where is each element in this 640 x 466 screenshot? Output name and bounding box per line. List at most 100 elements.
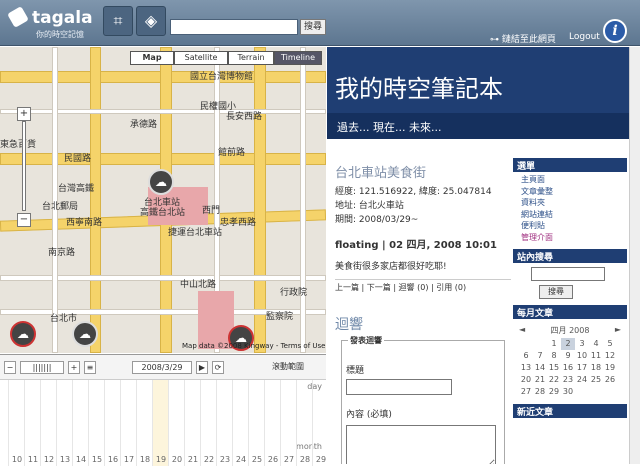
timeline-day-number: 26 bbox=[267, 455, 279, 464]
calendar-day[interactable]: 22 bbox=[547, 374, 561, 386]
map-type-map[interactable]: Map bbox=[130, 51, 174, 65]
map-type-bar: Map Satellite Terrain Timeline bbox=[130, 51, 322, 65]
calendar-day[interactable]: 7 bbox=[533, 350, 547, 362]
timeline-zoom-in-button[interactable]: + bbox=[68, 361, 80, 374]
calendar-day[interactable]: 26 bbox=[603, 374, 617, 386]
calendar-day[interactable]: 14 bbox=[533, 362, 547, 374]
timeline-sync-button[interactable]: ⟳ bbox=[212, 361, 224, 374]
site-search-input[interactable] bbox=[531, 267, 605, 281]
zoom-out-button[interactable]: − bbox=[17, 213, 31, 227]
calendar-day[interactable]: 30 bbox=[561, 386, 575, 398]
timeline-day-column[interactable]: 11 bbox=[24, 380, 40, 466]
post-nav-links[interactable]: 上一篇 | 下一篇 | 迴響 (0) | 引用 (0) bbox=[335, 279, 511, 293]
timeline-grid[interactable]: day month 10 11 12 13 14 15 16 17 18 19 20 21 22 23 24… bbox=[0, 379, 328, 466]
calendar-day[interactable]: 11 bbox=[589, 350, 603, 362]
timeline-day-column[interactable]: 14 bbox=[72, 380, 88, 466]
timeline-day-column[interactable]: 13 bbox=[56, 380, 72, 466]
map-type-timeline[interactable]: Timeline bbox=[274, 51, 322, 65]
timeline-zoom-out-button[interactable]: − bbox=[4, 361, 16, 374]
location-marker[interactable]: ☁ bbox=[10, 321, 36, 347]
tag-tool-button[interactable]: ◈ bbox=[136, 6, 166, 36]
post-title[interactable]: 台北車站美食街 bbox=[335, 162, 426, 181]
calendar-next-icon[interactable]: ► bbox=[615, 325, 621, 336]
timeline-date-field[interactable]: 2008/3/29 bbox=[132, 361, 192, 374]
calendar-day[interactable]: 20 bbox=[519, 374, 533, 386]
blog-title[interactable]: 我的時空筆記本 bbox=[335, 69, 503, 104]
search-input[interactable] bbox=[170, 19, 298, 35]
timeline-play-button[interactable]: ▶ bbox=[196, 361, 208, 374]
calendar-day[interactable]: 18 bbox=[589, 362, 603, 374]
timeline-day-column[interactable]: 26 bbox=[264, 380, 280, 466]
comment-title-input[interactable] bbox=[346, 379, 452, 395]
option-notes[interactable]: 便利貼 bbox=[521, 220, 619, 232]
timeline-day-column[interactable]: 28 bbox=[296, 380, 312, 466]
timeline-day-column[interactable]: 22 bbox=[200, 380, 216, 466]
timeline-day-column[interactable]: 17 bbox=[120, 380, 136, 466]
calendar-day[interactable]: 29 bbox=[547, 386, 561, 398]
app-logo[interactable]: tagala 你的時空記憶 bbox=[7, 6, 98, 40]
calendar-day[interactable]: 13 bbox=[519, 362, 533, 374]
calendar-day[interactable]: 8 bbox=[547, 350, 561, 362]
timeline-day-column[interactable]: 29 bbox=[312, 380, 328, 466]
timeline-day-column[interactable]: 15 bbox=[88, 380, 104, 466]
calendar-day[interactable]: 1 bbox=[547, 338, 561, 350]
timeline-day-column[interactable]: 21 bbox=[184, 380, 200, 466]
calendar-day[interactable]: 5 bbox=[603, 338, 617, 350]
calendar-day[interactable]: 23 bbox=[561, 374, 575, 386]
map-type-satellite[interactable]: Satellite bbox=[174, 51, 228, 65]
calendar-day[interactable]: 15 bbox=[547, 362, 561, 374]
info-icon[interactable]: i bbox=[603, 19, 627, 43]
calendar-day[interactable]: 16 bbox=[561, 362, 575, 374]
calendar-day[interactable]: 3 bbox=[575, 338, 589, 350]
logout-link[interactable]: Logout bbox=[569, 32, 600, 42]
option-home[interactable]: 主頁面 bbox=[521, 174, 619, 186]
calendar-prev-icon[interactable]: ◄ bbox=[519, 325, 525, 336]
calendar-day[interactable]: 24 bbox=[575, 374, 589, 386]
timeline-day-column[interactable]: 10 bbox=[8, 380, 24, 466]
link-to-page-link[interactable]: ⊶ 鏈結至此網頁 bbox=[490, 32, 556, 45]
comment-content-input[interactable] bbox=[346, 425, 496, 464]
timeline-day-column[interactable]: 18 bbox=[136, 380, 152, 466]
calendar-day[interactable]: 21 bbox=[533, 374, 547, 386]
map-type-terrain[interactable]: Terrain bbox=[228, 51, 274, 65]
timeline-day-column[interactable]: 24 bbox=[232, 380, 248, 466]
map-copyright: Map data ©2008 Kingway - Terms of Use bbox=[182, 342, 326, 350]
timeline-day-column[interactable]: 16 bbox=[104, 380, 120, 466]
timeline-day-number: 19 bbox=[155, 455, 167, 464]
search-button[interactable]: 搜尋 bbox=[300, 19, 326, 35]
zoom-slider[interactable] bbox=[22, 121, 26, 211]
timeline-day-column[interactable]: 27 bbox=[280, 380, 296, 466]
calendar-day[interactable]: 19 bbox=[603, 362, 617, 374]
calendar-day[interactable]: 25 bbox=[589, 374, 603, 386]
timeline-day-column[interactable]: 25 bbox=[248, 380, 264, 466]
calendar-day[interactable]: 10 bbox=[575, 350, 589, 362]
option-folders[interactable]: 資料夾 bbox=[521, 197, 619, 209]
site-search-button[interactable]: 搜尋 bbox=[539, 285, 573, 299]
timeline-scale-slider[interactable]: ||||||| bbox=[20, 361, 64, 374]
timeline-day-number: 15 bbox=[91, 455, 103, 464]
calendar-day[interactable]: 17 bbox=[575, 362, 589, 374]
option-links[interactable]: 網站連結 bbox=[521, 209, 619, 221]
timeline-day-column[interactable]: 23 bbox=[216, 380, 232, 466]
zoom-in-button[interactable]: + bbox=[17, 107, 31, 121]
page-scrollbar[interactable] bbox=[629, 47, 640, 464]
map-label: 監察院 bbox=[266, 312, 294, 322]
blog-sidebar: 選單 主頁面 文章彙整 資料夾 網站連結 便利貼 管理介面 站內搜尋 搜尋 每月… bbox=[513, 158, 627, 464]
timeline-day-column[interactable]: 12 bbox=[40, 380, 56, 466]
timeline-day-column[interactable]: 20 bbox=[168, 380, 184, 466]
map-view[interactable]: 國立台灣博物館 民權國小 民國路 館前路 長安西路 承德路 台灣高鐵 台北郵局 … bbox=[0, 47, 326, 353]
calendar-day[interactable]: 28 bbox=[533, 386, 547, 398]
calendar-day[interactable]: 9 bbox=[561, 350, 575, 362]
option-archive[interactable]: 文章彙整 bbox=[521, 186, 619, 198]
calendar-day[interactable]: 6 bbox=[519, 350, 533, 362]
timeline-range-icon[interactable]: ≡ bbox=[84, 361, 96, 374]
option-admin[interactable]: 管理介面 bbox=[521, 232, 619, 244]
calendar-day[interactable]: 27 bbox=[519, 386, 533, 398]
calendar-day[interactable]: 12 bbox=[603, 350, 617, 362]
location-marker[interactable]: ☁ bbox=[148, 169, 174, 195]
location-marker[interactable]: ☁ bbox=[72, 321, 98, 347]
calendar-day[interactable]: 4 bbox=[589, 338, 603, 350]
timeline-day-column[interactable]: 19 bbox=[152, 380, 168, 466]
calendar-day[interactable]: 2 bbox=[561, 338, 575, 350]
crop-tool-button[interactable]: ⌗ bbox=[103, 6, 133, 36]
